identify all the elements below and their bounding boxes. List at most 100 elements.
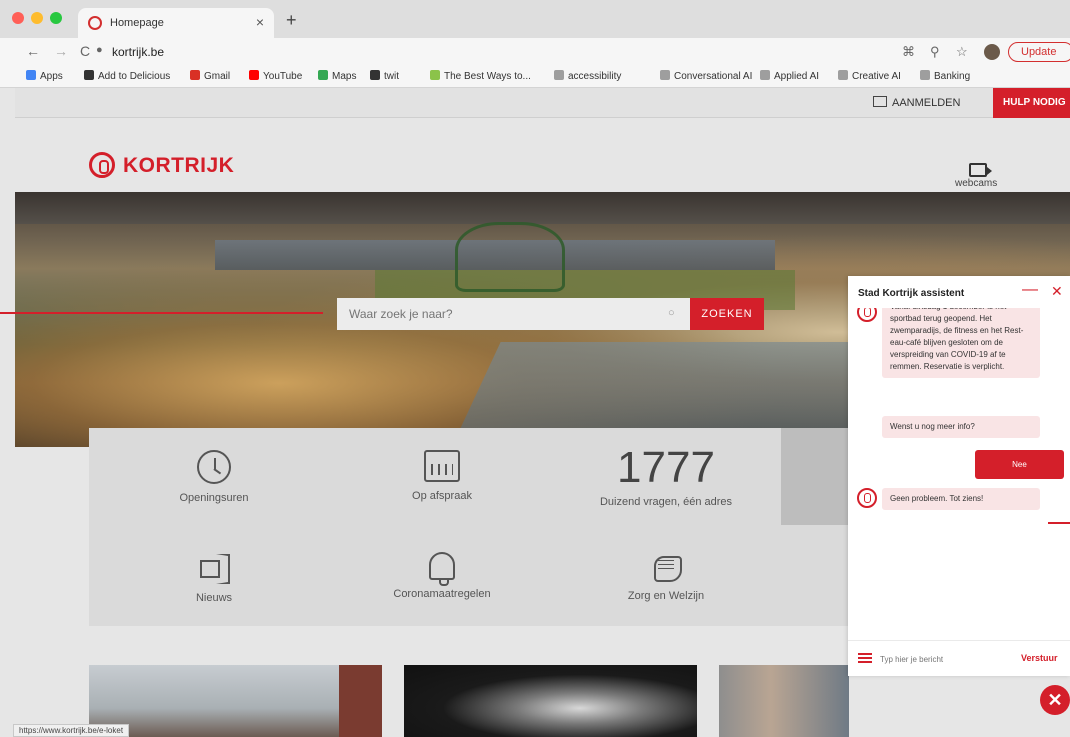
forward-arrow-icon[interactable]: → xyxy=(54,43,68,59)
bookmark-the-best-ways-to[interactable]: The Best Ways to... xyxy=(430,70,531,82)
news-card-image[interactable] xyxy=(404,665,697,737)
bookmark-icon xyxy=(370,70,380,80)
chat-title: Stad Kortrijk assistent xyxy=(858,288,965,299)
bookmark-icon xyxy=(838,70,848,80)
login-link[interactable]: AANMELDEN xyxy=(873,96,960,109)
megaphone-icon xyxy=(196,552,232,584)
bookmark-twit[interactable]: twit xyxy=(370,70,399,82)
bookmark-accessibility[interactable]: accessibility xyxy=(554,70,621,82)
bookmark-icon xyxy=(84,70,94,80)
bot-avatar-icon xyxy=(857,308,877,322)
quick-links-panel: Openingsuren Op afspraak 1777 Duizend vr… xyxy=(89,428,849,626)
chat-widget: Stad Kortrijk assistent — ✕ Vanaf dinsda… xyxy=(848,276,1070,676)
maximize-window-button[interactable] xyxy=(50,12,62,24)
bookmark-applied-ai[interactable]: Applied AI xyxy=(760,70,819,82)
bookmark-conversational-ai[interactable]: Conversational AI xyxy=(660,70,752,82)
bookmark-star-icon[interactable]: ☆ xyxy=(956,44,968,60)
bookmarks-bar: Apps Add to Delicious Gmail YouTube Maps twit… xyxy=(0,66,1070,88)
bookmark-icon xyxy=(760,70,770,80)
bookmark-label: Banking xyxy=(934,71,971,82)
browser-tab[interactable]: Homepage × xyxy=(78,8,274,38)
site-logo-text[interactable]: KORTRIJK xyxy=(123,154,234,178)
bookmark-label: Gmail xyxy=(204,71,231,82)
hero-buildings xyxy=(15,192,1070,224)
bookmark-icon xyxy=(920,70,930,80)
bookmark-maps[interactable]: Maps xyxy=(318,70,356,82)
bookmark-creative-ai[interactable]: Creative AI xyxy=(838,70,901,82)
tile-label: Coronamaatregelen xyxy=(393,588,491,600)
clock-icon xyxy=(197,450,231,484)
tab-close-icon[interactable]: × xyxy=(256,14,264,30)
decorative-red-line xyxy=(1048,522,1070,524)
bookmark-youtube[interactable]: YouTube xyxy=(249,70,302,82)
back-arrow-icon[interactable]: ← xyxy=(26,43,40,59)
hand-icon xyxy=(648,552,684,582)
kortrijk-logo-icon[interactable] xyxy=(89,152,115,178)
bookmark-label: YouTube xyxy=(263,71,303,82)
webcams-link[interactable]: webcams xyxy=(955,178,997,189)
site-top-bar: AANMELDEN HULP NODIG xyxy=(15,88,1070,118)
tile-placeholder xyxy=(781,428,849,525)
help-button[interactable]: HULP NODIG xyxy=(993,88,1070,118)
hero-sculpture xyxy=(455,222,565,292)
profile-avatar[interactable] xyxy=(984,44,1000,60)
close-window-button[interactable] xyxy=(12,12,24,24)
minimize-window-button[interactable] xyxy=(31,12,43,24)
bell-icon xyxy=(429,552,455,586)
tile-label: Zorg en Welzijn xyxy=(627,590,705,602)
bookmark-icon xyxy=(430,70,440,80)
zoom-icon[interactable]: ⚲ xyxy=(930,44,940,60)
bookmark-label: Maps xyxy=(332,71,357,82)
chat-message-input[interactable] xyxy=(880,651,1010,667)
url-field[interactable]: kortrijk.be xyxy=(112,45,164,59)
bookmark-icon xyxy=(318,70,328,80)
send-button[interactable]: Verstuur xyxy=(1021,653,1058,663)
building-detail xyxy=(339,665,382,737)
bookmark-label: Creative AI xyxy=(852,71,901,82)
bookmark-icon xyxy=(554,70,564,80)
bookmark-banking[interactable]: Banking xyxy=(920,70,970,82)
browser-tab-bar: Homepage × + xyxy=(0,0,1070,38)
bot-message: Geen probleem. Tot ziens! xyxy=(882,488,1040,510)
menu-icon[interactable] xyxy=(858,653,872,663)
news-card-image[interactable] xyxy=(719,665,849,737)
reload-icon[interactable]: C xyxy=(80,43,90,59)
tile-label: Duizend vragen, één adres xyxy=(599,496,733,508)
update-button[interactable]: Update xyxy=(1008,42,1070,62)
bot-avatar-icon xyxy=(857,488,877,508)
bookmark-label: The Best Ways to... xyxy=(444,71,531,82)
tile-nieuws[interactable]: Nieuws xyxy=(89,552,339,604)
tile-label: Openingsuren xyxy=(179,492,249,504)
bookmark-label: Applied AI xyxy=(774,71,820,82)
chat-input-bar: Verstuur xyxy=(848,640,1070,676)
bookmark-label: twit xyxy=(384,71,399,82)
tile-1777[interactable]: 1777 Duizend vragen, één adres xyxy=(541,443,791,509)
tile-op-afspraak[interactable]: Op afspraak xyxy=(317,450,567,502)
translate-icon[interactable]: ⌘ xyxy=(902,44,915,60)
bookmark-gmail[interactable]: Gmail xyxy=(190,70,230,82)
site-header: KORTRIJK webcams xyxy=(15,118,1070,192)
tile-openingsuren[interactable]: Openingsuren xyxy=(89,450,339,504)
close-chat-fab-icon[interactable]: ✕ xyxy=(1040,685,1070,715)
chat-messages: Vanaf dinsdag 1 december is het sportbad… xyxy=(848,308,1070,638)
calendar-icon xyxy=(424,450,460,482)
bookmark-icon xyxy=(249,70,259,80)
bookmark-apps[interactable]: Apps xyxy=(26,70,63,82)
minimize-icon[interactable]: — xyxy=(1022,281,1038,299)
close-icon[interactable]: ✕ xyxy=(1051,283,1063,300)
search-input[interactable] xyxy=(337,298,690,330)
address-bar: ← → C ● kortrijk.be ⌘ ⚲ ☆ Update xyxy=(0,38,1070,66)
tile-label: Op afspraak xyxy=(412,490,472,502)
tile-coronamaatregelen[interactable]: Coronamaatregelen xyxy=(317,552,567,600)
lock-icon: ● xyxy=(96,44,103,56)
bookmark-label: accessibility xyxy=(568,71,622,82)
webcam-icon[interactable] xyxy=(969,163,992,177)
search-clear-icon[interactable]: ○ xyxy=(668,307,675,319)
tile-zorg-en-welzijn[interactable]: Zorg en Welzijn xyxy=(541,552,791,602)
news-card-image[interactable] xyxy=(89,665,382,737)
search-button[interactable]: ZOEKEN xyxy=(690,298,764,330)
phone-number-big: 1777 xyxy=(617,443,715,492)
decorative-red-line xyxy=(0,312,323,314)
new-tab-button[interactable]: + xyxy=(286,11,297,29)
bookmark-add-to-delicious[interactable]: Add to Delicious xyxy=(84,70,170,82)
